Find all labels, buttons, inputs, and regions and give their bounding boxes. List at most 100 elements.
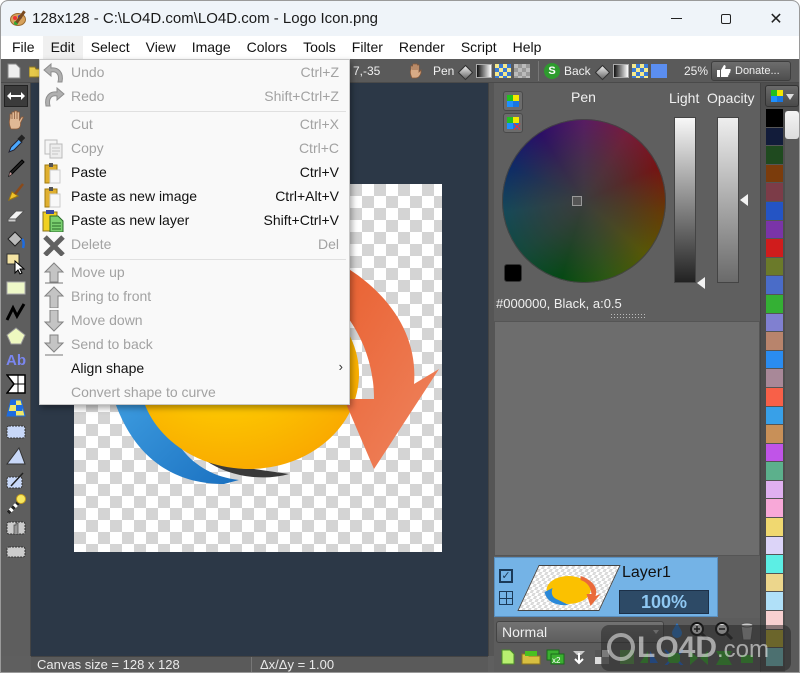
palette-swatch[interactable] [766,425,783,444]
tool-polyline[interactable] [4,301,28,323]
palette-swatch[interactable] [766,183,783,202]
tool-rect-select[interactable] [4,421,28,443]
donate-button[interactable]: Donate... [711,61,791,81]
back-gradient-swatch[interactable] [613,64,629,78]
lightness-slider[interactable] [674,117,696,283]
pan-button[interactable] [409,62,423,80]
palette-swatch[interactable] [766,257,783,277]
menu-item-paste-as-new-image[interactable]: Paste as new image Ctrl+Alt+V [40,185,349,209]
palette-swatch[interactable] [766,443,783,463]
palette-swatch[interactable] [766,127,783,147]
menu-item-copy[interactable]: Copy Ctrl+C [40,137,349,161]
open-layer-icon[interactable] [521,649,541,665]
menu-item-delete[interactable]: Delete Del [40,233,349,257]
tool-move-view[interactable] [4,85,28,107]
color-wheel[interactable] [502,119,666,283]
opacity-slider[interactable] [717,117,739,283]
palette-swatch[interactable] [766,499,783,519]
new-layer-icon[interactable] [500,649,516,665]
minimize-button[interactable] [651,1,701,36]
pen-fill-bucket-icon[interactable] [457,63,473,79]
palette-swatch[interactable] [766,294,783,314]
menu-file[interactable]: File [4,36,43,59]
tool-deform[interactable] [4,373,28,395]
palette-swatch[interactable] [766,462,783,481]
menu-item-bring-to-front[interactable]: Bring to front [40,285,349,309]
menu-view[interactable]: View [138,36,184,59]
palette-swatch[interactable] [766,536,783,556]
tool-select[interactable] [4,253,28,275]
palette-scroll-thumb[interactable] [785,111,799,139]
palette-swatch[interactable] [766,573,783,593]
palette-swatch[interactable] [766,276,783,295]
menu-help[interactable]: Help [505,36,550,59]
panel-resize-grip[interactable] [610,313,646,319]
pen-gradient-swatch[interactable] [476,64,492,78]
menu-item-convert-shape-to-curve[interactable]: Convert shape to curve [40,381,349,405]
palette-swatch[interactable] [766,369,783,388]
palette-swatch[interactable] [766,146,783,165]
maximize-button[interactable] [701,1,751,36]
palette-swatch[interactable] [766,406,783,426]
layer-grid-icon[interactable] [499,591,513,605]
palette-swatch[interactable] [766,164,783,184]
menu-item-align-shape[interactable]: Align shape › [40,357,349,381]
menu-item-cut[interactable]: Cut Ctrl+X [40,113,349,137]
menu-script[interactable]: Script [453,36,505,59]
palette-swatch[interactable] [766,555,783,574]
menu-item-move-up[interactable]: Move up [40,261,349,285]
pen-texture-swatch[interactable] [495,64,511,78]
menu-image[interactable]: Image [184,36,239,59]
menu-render[interactable]: Render [391,36,453,59]
palette-swatch[interactable] [766,387,783,407]
tool-fill[interactable] [4,229,28,251]
menu-colors[interactable]: Colors [239,36,295,59]
merge-down-icon[interactable] [571,649,587,665]
tool-polygon[interactable] [4,325,28,347]
tool-text[interactable]: Ab [4,349,28,371]
tool-texture-mapping[interactable] [4,397,28,419]
swap-colors-icon[interactable]: S [544,63,560,79]
zoom-level[interactable]: 25% [684,62,708,80]
tool-select-pen[interactable] [4,469,28,491]
back-fill-bucket-icon[interactable] [594,63,610,79]
menu-tools[interactable]: Tools [295,36,344,59]
pen-transparent-swatch[interactable] [514,64,530,78]
menu-item-paste[interactable]: Paste Ctrl+V [40,161,349,185]
lightness-slider-handle[interactable] [697,277,705,289]
palette-swatch[interactable] [766,220,783,240]
new-file-button[interactable] [7,62,21,80]
palette-scrollbar[interactable] [785,111,799,672]
tool-poly-select[interactable] [4,445,28,467]
palette-swatch[interactable] [766,201,783,221]
palette-swatch[interactable] [766,332,783,351]
palette-swatch[interactable] [766,480,783,500]
tool-rotate-selection[interactable] [4,541,28,563]
layer-visible-checkbox[interactable]: ✓ [499,569,513,583]
tool-move-selection[interactable] [4,517,28,539]
tool-pen[interactable] [4,157,28,179]
close-button[interactable]: ✕ [751,1,799,36]
current-color-swatch[interactable] [504,264,522,282]
back-solid-swatch[interactable] [651,64,667,78]
palette-swatch[interactable] [766,518,783,537]
menu-item-send-to-back[interactable]: Send to back [40,333,349,357]
menu-filter[interactable]: Filter [344,36,391,59]
tool-eraser[interactable] [4,205,28,227]
palette-swatch[interactable] [766,313,783,333]
menu-item-move-down[interactable]: Move down [40,309,349,333]
tool-hand[interactable] [4,109,28,131]
tool-color-picker[interactable] [4,133,28,155]
menu-item-redo[interactable]: Redo Shift+Ctrl+Z [40,85,349,109]
menu-edit[interactable]: Edit [42,36,83,59]
palette-swatch[interactable] [766,239,783,258]
tool-brush[interactable] [4,181,28,203]
remove-color-button[interactable]: ✕ [503,113,523,134]
opacity-slider-handle[interactable] [740,194,748,206]
palette-swatch[interactable] [766,592,783,612]
menu-item-paste-as-new-layer[interactable]: Paste as new layer Shift+Ctrl+V [40,209,349,233]
palette-swatch[interactable] [766,350,783,370]
tool-magic-wand[interactable] [4,493,28,515]
palette-menu-button[interactable] [765,85,799,107]
color-wheel-cursor[interactable] [572,196,582,206]
